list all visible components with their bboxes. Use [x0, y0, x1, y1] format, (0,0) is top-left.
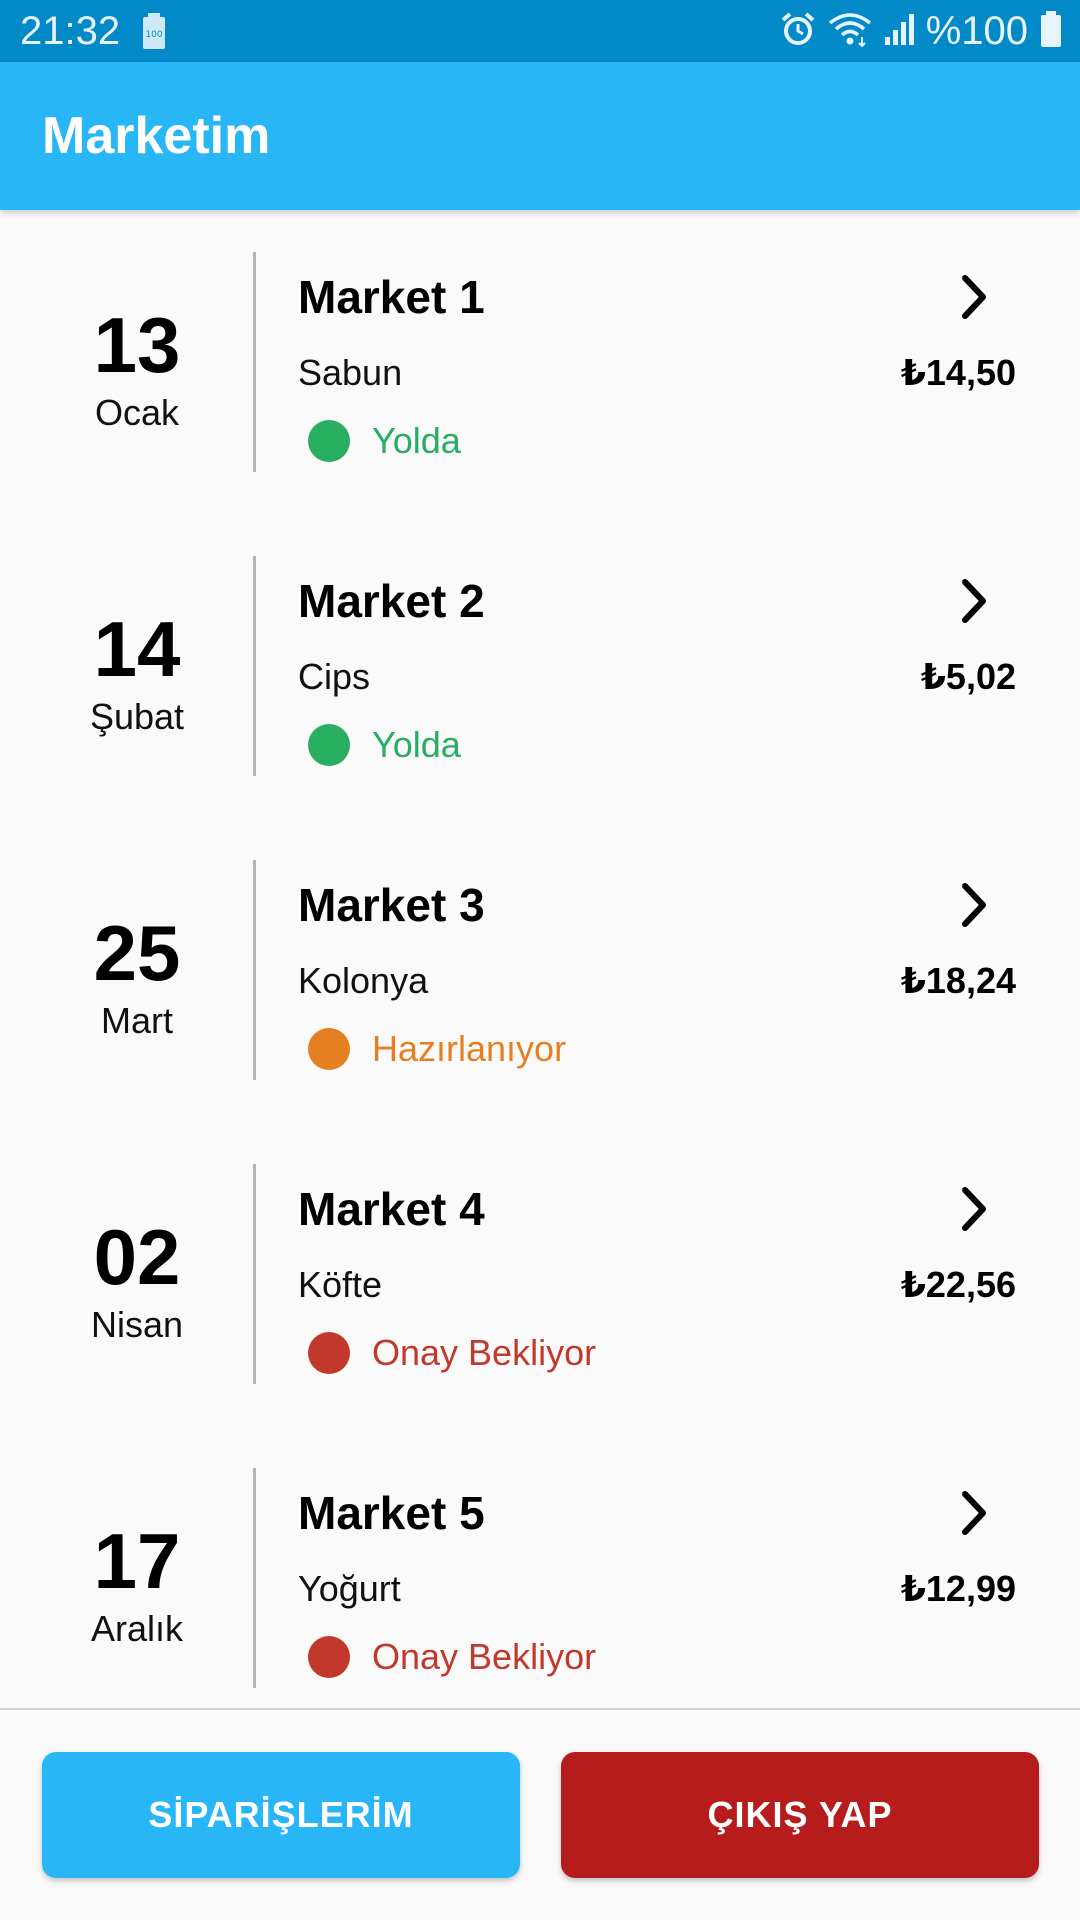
- order-month: Mart: [101, 1000, 173, 1041]
- order-status: Onay Bekliyor: [372, 1636, 597, 1677]
- battery-icon: [1040, 10, 1062, 52]
- order-list[interactable]: 13 Ocak Market 1 Sabun ₺14,50 Yolda 14 Ş…: [0, 210, 1080, 1708]
- order-day: 14: [93, 605, 181, 693]
- my-orders-button[interactable]: SİPARİŞLERİM: [42, 1752, 520, 1878]
- wifi-icon: [828, 11, 872, 52]
- market-name: Market 1: [298, 271, 485, 323]
- signal-icon: [884, 11, 914, 52]
- order-month: Ocak: [94, 392, 180, 433]
- divider: [253, 1164, 256, 1384]
- status-dot-icon: [308, 1332, 350, 1374]
- svg-text:100: 100: [145, 30, 162, 40]
- order-month: Aralık: [90, 1608, 184, 1649]
- order-card[interactable]: 25 Mart Market 3 Kolonya ₺18,24 Hazırlan…: [0, 818, 1080, 1122]
- status-dot-icon: [308, 1028, 350, 1070]
- order-day: 13: [93, 301, 181, 389]
- chevron-right-icon[interactable]: [952, 878, 996, 932]
- order-price: ₺14,50: [900, 352, 1016, 393]
- order-date: 25 Mart: [0, 860, 254, 1080]
- status-bar: 21:32 100 %100: [0, 0, 1080, 62]
- status-dot-icon: [308, 1636, 350, 1678]
- alarm-icon: [780, 11, 816, 52]
- order-day: 17: [93, 1517, 181, 1605]
- order-status: Yolda: [372, 420, 461, 461]
- order-price: ₺22,56: [900, 1264, 1016, 1305]
- status-icons: %100: [780, 8, 1062, 54]
- order-card[interactable]: 14 Şubat Market 2 Cips ₺5,02 Yolda: [0, 514, 1080, 818]
- order-price: ₺12,99: [900, 1568, 1016, 1609]
- order-status: Hazırlanıyor: [372, 1028, 567, 1069]
- battery-saver-icon: 100: [142, 13, 166, 54]
- divider: [253, 252, 256, 472]
- product-name: Sabun: [298, 352, 403, 393]
- order-card[interactable]: 02 Nisan Market 4 Köfte ₺22,56 Onay Bekl…: [0, 1122, 1080, 1426]
- divider: [253, 1468, 256, 1688]
- order-day: 02: [93, 1213, 181, 1301]
- order-status: Onay Bekliyor: [372, 1332, 597, 1373]
- logout-button[interactable]: ÇIKIŞ YAP: [561, 1752, 1039, 1878]
- product-name: Köfte: [298, 1264, 383, 1305]
- market-name: Market 4: [298, 1183, 485, 1235]
- status-time: 21:32: [20, 9, 121, 53]
- order-date: 13 Ocak: [0, 252, 254, 472]
- market-name: Market 3: [298, 879, 485, 931]
- order-card[interactable]: 13 Ocak Market 1 Sabun ₺14,50 Yolda: [0, 210, 1080, 514]
- bottom-action-bar: SİPARİŞLERİM ÇIKIŞ YAP: [0, 1708, 1080, 1920]
- order-date: 14 Şubat: [0, 556, 254, 776]
- order-date: 17 Aralık: [0, 1468, 254, 1688]
- order-month: Şubat: [89, 696, 185, 737]
- app-bar: Marketim: [0, 62, 1080, 210]
- order-card[interactable]: 17 Aralık Market 5 Yoğurt ₺12,99 Onay Be…: [0, 1426, 1080, 1708]
- battery-percentage: %100: [925, 9, 1028, 53]
- order-status: Yolda: [372, 724, 461, 765]
- divider: [253, 556, 256, 776]
- order-price: ₺18,24: [900, 960, 1016, 1001]
- app-title: Marketim: [42, 107, 271, 165]
- product-name: Cips: [298, 656, 371, 697]
- chevron-right-icon[interactable]: [952, 1486, 996, 1540]
- order-date: 02 Nisan: [0, 1164, 254, 1384]
- chevron-right-icon[interactable]: [952, 574, 996, 628]
- divider: [253, 860, 256, 1080]
- order-day: 25: [93, 909, 181, 997]
- chevron-right-icon[interactable]: [952, 270, 996, 324]
- chevron-right-icon[interactable]: [952, 1182, 996, 1236]
- status-dot-icon: [308, 724, 350, 766]
- product-name: Yoğurt: [298, 1568, 401, 1609]
- market-name: Market 5: [298, 1487, 485, 1539]
- market-name: Market 2: [298, 575, 485, 627]
- order-month: Nisan: [90, 1304, 184, 1345]
- status-dot-icon: [308, 420, 350, 462]
- product-name: Kolonya: [298, 960, 429, 1001]
- order-price: ₺5,02: [920, 656, 1016, 697]
